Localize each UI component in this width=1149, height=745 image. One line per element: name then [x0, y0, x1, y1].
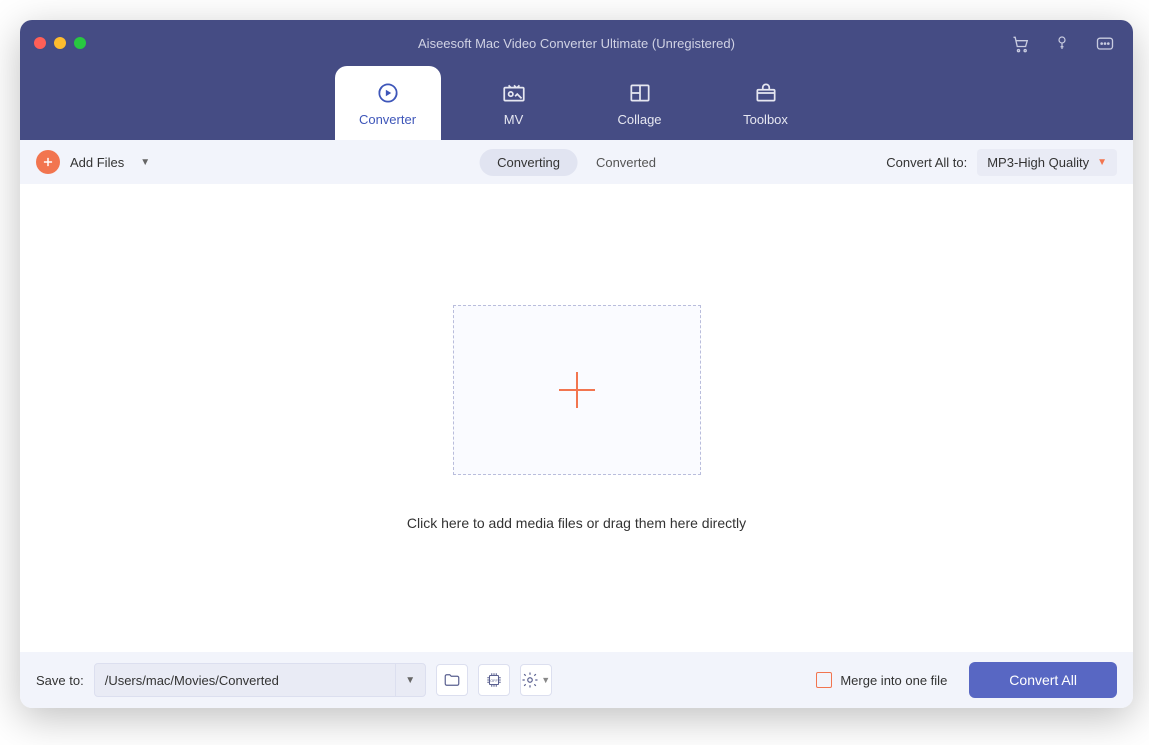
plus-icon: [36, 150, 60, 174]
toolbox-icon: [753, 80, 779, 106]
save-path-select: /Users/mac/Movies/Converted ▼: [94, 663, 426, 697]
main-area: Click here to add media files or drag th…: [20, 184, 1133, 652]
toolbar-right: Convert All to: MP3-High Quality ▼: [886, 149, 1117, 176]
tab-label: MV: [504, 112, 524, 127]
checkbox-icon: [816, 672, 832, 688]
toolbar: Add Files ▼ Converting Converted Convert…: [20, 140, 1133, 184]
dropzone-hint: Click here to add media files or drag th…: [407, 515, 746, 531]
format-select[interactable]: MP3-High Quality ▼: [977, 149, 1117, 176]
titlebar-actions: [1011, 34, 1113, 52]
save-path-value[interactable]: /Users/mac/Movies/Converted: [95, 665, 395, 696]
plus-icon: [553, 366, 601, 414]
dropzone[interactable]: [453, 305, 701, 475]
tab-label: Converter: [359, 112, 416, 127]
close-window-button[interactable]: [34, 37, 46, 49]
footer: Save to: /Users/mac/Movies/Converted ▼ O…: [20, 652, 1133, 708]
add-files-button[interactable]: Add Files ▼: [36, 150, 150, 174]
collage-icon: [627, 80, 653, 106]
maximize-window-button[interactable]: [74, 37, 86, 49]
tab-mv[interactable]: MV: [461, 66, 567, 140]
converter-icon: [375, 80, 401, 106]
save-path-dropdown[interactable]: ▼: [395, 664, 425, 696]
tab-collage[interactable]: Collage: [587, 66, 693, 140]
status-segmented: Converting Converted: [479, 149, 674, 176]
tab-converter[interactable]: Converter: [335, 66, 441, 140]
app-window: Aiseesoft Mac Video Converter Ultimate (…: [20, 20, 1133, 708]
hardware-accel-button[interactable]: OFF: [478, 664, 510, 696]
svg-text:OFF: OFF: [490, 679, 498, 683]
nav-tabs: Converter MV Collage Toolbox: [20, 66, 1133, 140]
save-to-label: Save to:: [36, 673, 84, 688]
minimize-window-button[interactable]: [54, 37, 66, 49]
segment-converting[interactable]: Converting: [479, 149, 578, 176]
merge-label: Merge into one file: [840, 673, 947, 688]
convert-all-to-label: Convert All to:: [886, 155, 967, 170]
titlebar: Aiseesoft Mac Video Converter Ultimate (…: [20, 20, 1133, 66]
tab-label: Toolbox: [743, 112, 788, 127]
key-icon[interactable]: [1053, 34, 1071, 52]
header: Aiseesoft Mac Video Converter Ultimate (…: [20, 20, 1133, 140]
feedback-icon[interactable]: [1095, 34, 1113, 52]
tab-label: Collage: [617, 112, 661, 127]
window-title: Aiseesoft Mac Video Converter Ultimate (…: [20, 36, 1133, 51]
tab-toolbox[interactable]: Toolbox: [713, 66, 819, 140]
convert-all-button[interactable]: Convert All: [969, 662, 1117, 698]
traffic-lights: [34, 37, 86, 49]
chevron-down-icon: ▼: [541, 675, 550, 685]
chevron-down-icon[interactable]: ▼: [140, 157, 150, 168]
merge-checkbox[interactable]: Merge into one file: [816, 672, 947, 688]
open-folder-button[interactable]: [436, 664, 468, 696]
segment-converted[interactable]: Converted: [578, 149, 674, 176]
settings-button[interactable]: ▼: [520, 664, 552, 696]
mv-icon: [501, 80, 527, 106]
format-selected-value: MP3-High Quality: [987, 155, 1089, 170]
cart-icon[interactable]: [1011, 34, 1029, 52]
chevron-down-icon: ▼: [1097, 157, 1107, 168]
add-files-label: Add Files: [70, 155, 124, 170]
